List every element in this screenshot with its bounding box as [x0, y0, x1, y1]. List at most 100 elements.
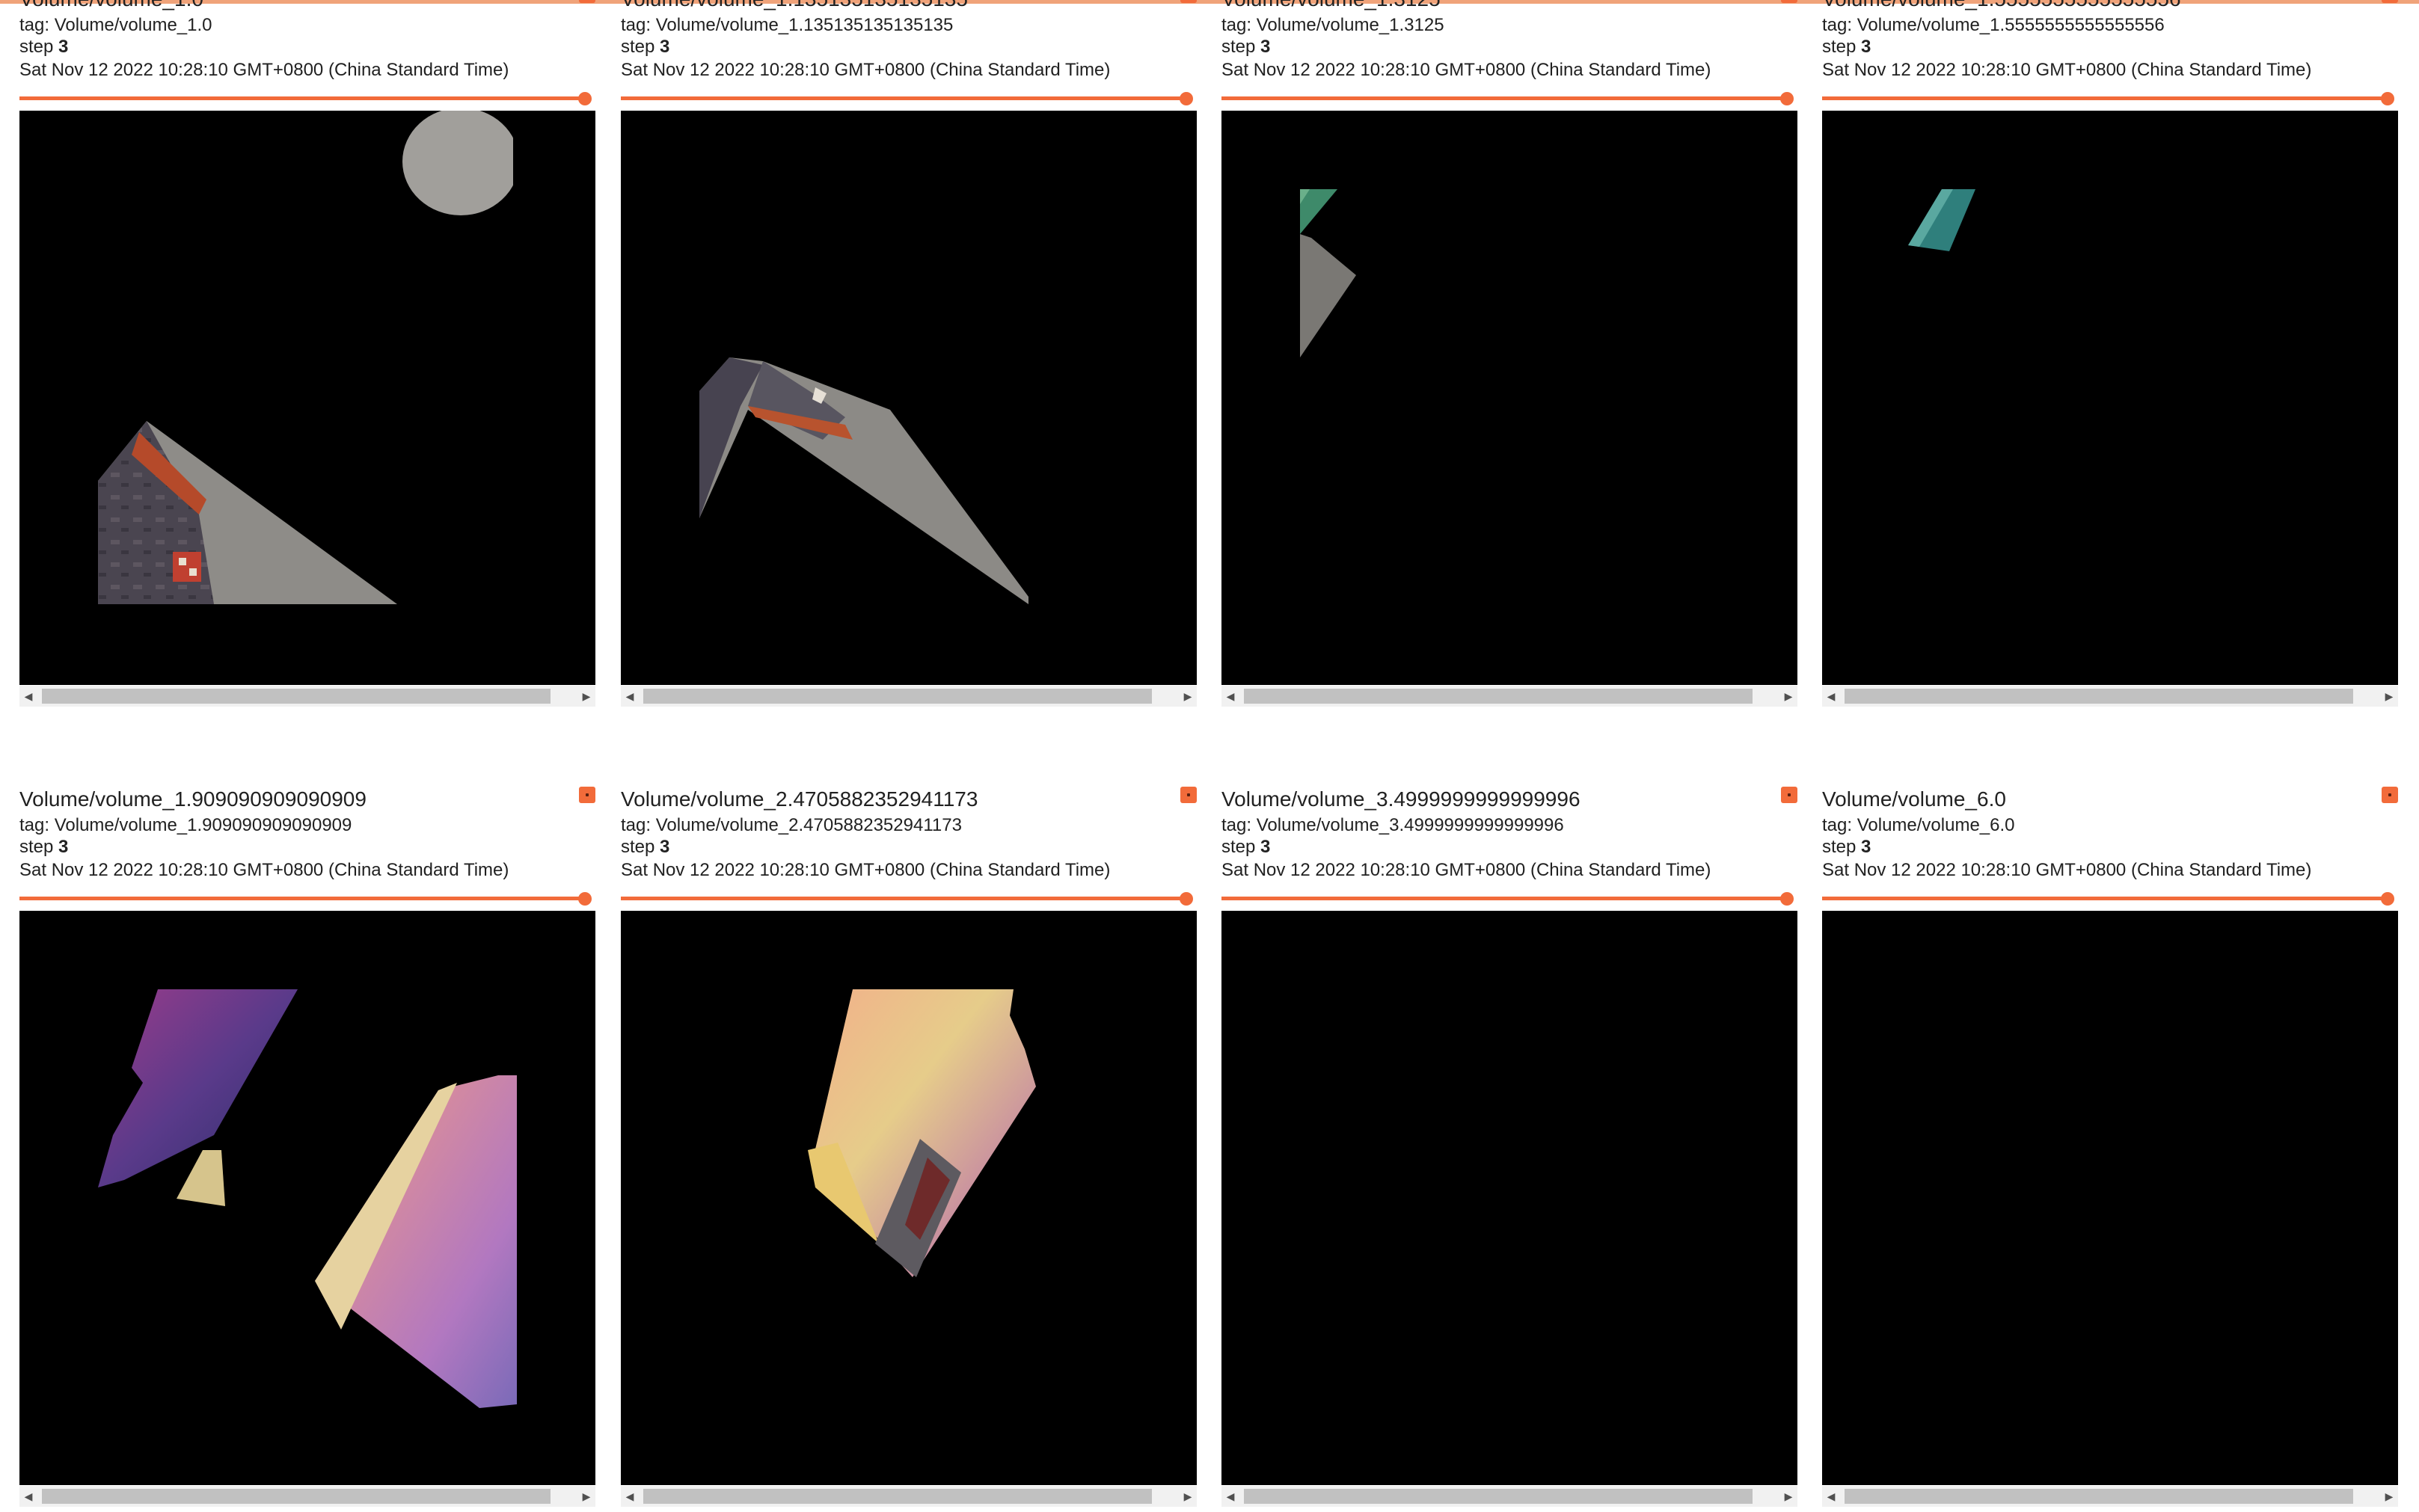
card-step: step 3: [1822, 837, 1871, 857]
image-card: Volume/volume_1.5555555555555556 tag: Vo…: [1822, 0, 2398, 707]
volume-image: [1908, 189, 1975, 251]
step-slider[interactable]: [621, 892, 1197, 907]
scrollbar-thumb[interactable]: [42, 1489, 551, 1504]
step-slider[interactable]: [19, 892, 595, 907]
volume-image: [98, 989, 517, 1408]
card-step: step 3: [1221, 837, 1271, 857]
expand-image-icon[interactable]: [1781, 787, 1797, 803]
image-viewer: [19, 111, 595, 685]
slider-track: [1822, 897, 2388, 900]
scrollbar-thumb[interactable]: [643, 1489, 1152, 1504]
expand-image-icon[interactable]: [1180, 0, 1197, 3]
card-step: step 3: [19, 837, 69, 857]
slider-thumb[interactable]: [1180, 892, 1193, 906]
step-value: 3: [58, 837, 69, 857]
expand-image-icon[interactable]: [2382, 0, 2398, 3]
step-slider[interactable]: [1822, 892, 2398, 907]
step-slider[interactable]: [1221, 892, 1797, 907]
image-scrollbar[interactable]: ◀ ▶: [19, 686, 595, 707]
scroll-left-arrow-icon[interactable]: ◀: [1824, 689, 1839, 704]
card-tag: tag: Volume/volume_1.3125: [1221, 15, 1444, 35]
image-scrollbar[interactable]: ◀ ▶: [1221, 686, 1797, 707]
scroll-left-arrow-icon[interactable]: ◀: [1223, 1489, 1238, 1504]
card-tag: tag: Volume/volume_3.4999999999999996: [1221, 815, 1564, 835]
expand-image-icon[interactable]: [1781, 0, 1797, 3]
scroll-left-arrow-icon[interactable]: ◀: [1824, 1489, 1839, 1504]
scroll-right-arrow-icon[interactable]: ▶: [2382, 1489, 2397, 1504]
image-viewer: [621, 111, 1197, 685]
slider-thumb[interactable]: [1780, 892, 1794, 906]
slider-thumb[interactable]: [2381, 892, 2394, 906]
step-slider[interactable]: [621, 92, 1197, 107]
card-tag: tag: Volume/volume_1.135135135135135: [621, 15, 954, 35]
image-card: Volume/volume_2.4705882352941173 tag: Vo…: [621, 787, 1197, 1507]
card-title: Volume/volume_1.3125: [1221, 0, 1441, 12]
scroll-left-arrow-icon[interactable]: ◀: [21, 689, 36, 704]
card-timestamp: Sat Nov 12 2022 10:28:10 GMT+0800 (China…: [1822, 60, 2312, 80]
scrollbar-thumb[interactable]: [1244, 1489, 1753, 1504]
image-viewer: [1822, 111, 2398, 685]
slider-thumb[interactable]: [578, 92, 592, 105]
image-viewer: [1221, 111, 1797, 685]
expand-image-icon[interactable]: [1180, 787, 1197, 803]
image-scrollbar[interactable]: ◀ ▶: [621, 1486, 1197, 1507]
card-timestamp: Sat Nov 12 2022 10:28:10 GMT+0800 (China…: [621, 60, 1111, 80]
scroll-right-arrow-icon[interactable]: ▶: [1180, 689, 1195, 704]
image-card: Volume/volume_3.4999999999999996 tag: Vo…: [1221, 787, 1797, 1507]
scroll-right-arrow-icon[interactable]: ▶: [2382, 689, 2397, 704]
card-step: step 3: [621, 37, 670, 57]
scrollbar-thumb[interactable]: [1845, 1489, 2353, 1504]
volume-image: [1300, 189, 1356, 357]
scroll-left-arrow-icon[interactable]: ◀: [21, 1489, 36, 1504]
card-step: step 3: [621, 837, 670, 857]
slider-thumb[interactable]: [1180, 92, 1193, 105]
card-title: Volume/volume_1.0: [19, 0, 203, 12]
card-step: step 3: [19, 37, 69, 57]
scroll-left-arrow-icon[interactable]: ◀: [622, 689, 637, 704]
slider-thumb[interactable]: [2381, 92, 2394, 105]
slider-track: [1221, 897, 1787, 900]
step-slider[interactable]: [19, 92, 595, 107]
card-step: step 3: [1822, 37, 1871, 57]
card-title: Volume/volume_6.0: [1822, 787, 2006, 811]
scrollbar-thumb[interactable]: [1845, 689, 2353, 704]
scroll-left-arrow-icon[interactable]: ◀: [1223, 689, 1238, 704]
expand-image-icon[interactable]: [579, 0, 595, 3]
scroll-left-arrow-icon[interactable]: ◀: [622, 1489, 637, 1504]
step-slider[interactable]: [1822, 92, 2398, 107]
slider-thumb[interactable]: [578, 892, 592, 906]
image-scrollbar[interactable]: ◀ ▶: [621, 686, 1197, 707]
scrollbar-thumb[interactable]: [42, 689, 551, 704]
card-tag: tag: Volume/volume_1.5555555555555556: [1822, 15, 2165, 35]
card-title: Volume/volume_1.135135135135135: [621, 0, 968, 12]
scroll-right-arrow-icon[interactable]: ▶: [1781, 1489, 1796, 1504]
scrollbar-thumb[interactable]: [643, 689, 1152, 704]
card-title: Volume/volume_1.909090909090909: [19, 787, 367, 811]
image-viewer: [1822, 911, 2398, 1485]
slider-track: [19, 897, 585, 900]
slider-thumb[interactable]: [1780, 92, 1794, 105]
step-slider[interactable]: [1221, 92, 1797, 107]
image-card: Volume/volume_1.3125 tag: Volume/volume_…: [1221, 0, 1797, 707]
card-timestamp: Sat Nov 12 2022 10:28:10 GMT+0800 (China…: [1221, 60, 1711, 80]
card-step: step 3: [1221, 37, 1271, 57]
image-scrollbar[interactable]: ◀ ▶: [1221, 1486, 1797, 1507]
scrollbar-thumb[interactable]: [1244, 689, 1753, 704]
scroll-right-arrow-icon[interactable]: ▶: [579, 1489, 594, 1504]
expand-image-icon[interactable]: [579, 787, 595, 803]
image-scrollbar[interactable]: ◀ ▶: [1822, 686, 2398, 707]
image-card: Volume/volume_1.135135135135135 tag: Vol…: [621, 0, 1197, 707]
scroll-right-arrow-icon[interactable]: ▶: [579, 689, 594, 704]
image-scrollbar[interactable]: ◀ ▶: [1822, 1486, 2398, 1507]
slider-track: [621, 897, 1186, 900]
card-title: Volume/volume_2.4705882352941173: [621, 787, 978, 811]
volume-image: [808, 989, 1036, 1277]
card-timestamp: Sat Nov 12 2022 10:28:10 GMT+0800 (China…: [621, 860, 1111, 880]
scroll-right-arrow-icon[interactable]: ▶: [1180, 1489, 1195, 1504]
expand-image-icon[interactable]: [2382, 787, 2398, 803]
scroll-right-arrow-icon[interactable]: ▶: [1781, 689, 1796, 704]
card-timestamp: Sat Nov 12 2022 10:28:10 GMT+0800 (China…: [19, 860, 509, 880]
image-card: Volume/volume_6.0 tag: Volume/volume_6.0…: [1822, 787, 2398, 1507]
image-scrollbar[interactable]: ◀ ▶: [19, 1486, 595, 1507]
card-timestamp: Sat Nov 12 2022 10:28:10 GMT+0800 (China…: [1221, 860, 1711, 880]
